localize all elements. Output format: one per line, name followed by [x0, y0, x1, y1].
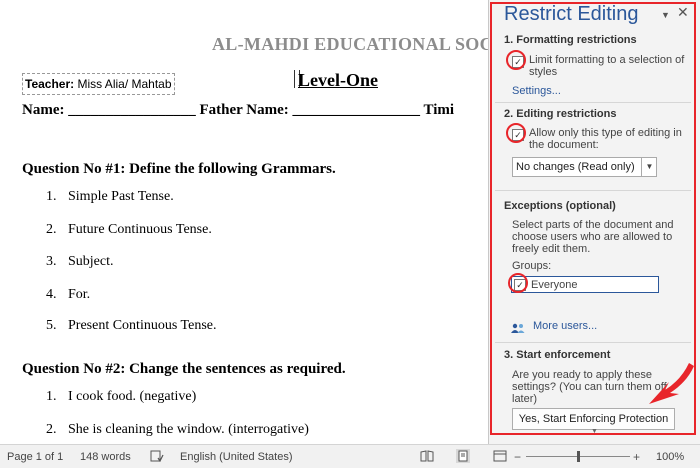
start-enforcing-button[interactable]: Yes, Start Enforcing Protection	[512, 408, 675, 430]
divider	[495, 190, 691, 191]
web-layout-icon[interactable]	[493, 450, 507, 462]
zoom-in-button[interactable]: +	[633, 450, 640, 464]
annotation-circle	[506, 50, 526, 70]
question-1: Question No #1: Define the following Gra…	[22, 161, 336, 177]
name-line: Name: _________________ Father Name: ___…	[22, 102, 455, 118]
list-number: 2.	[46, 222, 57, 237]
teacher-line[interactable]: Teacher: Miss Alia/ Mahtab	[22, 73, 175, 95]
scroll-down-icon[interactable]: ▼	[591, 428, 598, 435]
list-text: Future Continuous Tense.	[68, 222, 212, 237]
list-number: 2.	[46, 422, 57, 437]
editing-restrictions-title: 2. Editing restrictions	[504, 108, 617, 120]
divider	[495, 342, 691, 343]
list-number: 3.	[46, 254, 57, 269]
editing-type-select[interactable]: No changes (Read only)	[512, 157, 657, 177]
list-item: 4. For.	[46, 287, 90, 303]
settings-link[interactable]: Settings...	[512, 85, 561, 97]
everyone-label: Everyone	[531, 279, 578, 291]
list-text: Simple Past Tense.	[68, 189, 174, 204]
list-text: I cook food. (negative)	[68, 389, 197, 404]
pane-options-icon[interactable]: ▼	[661, 10, 670, 20]
formatting-restrictions-title: 1. Formatting restrictions	[504, 34, 637, 46]
question-2: Question No #2: Change the sentences as …	[22, 361, 346, 377]
more-users-link[interactable]: More users...	[533, 320, 597, 332]
editing-type-value: No changes (Read only)	[516, 161, 635, 173]
school-name: AL-MAHDI EDUCATIONAL SOC	[212, 34, 488, 54]
limit-formatting-label: Limit formatting to a selection of style…	[529, 54, 685, 78]
list-text: Subject.	[68, 254, 114, 269]
divider	[495, 102, 691, 103]
list-text: For.	[68, 287, 91, 302]
list-number: 1.	[46, 189, 57, 204]
list-text: Present Continuous Tense.	[68, 318, 217, 333]
teacher-label: Teacher:	[25, 77, 75, 91]
zoom-out-button[interactable]: −	[514, 450, 521, 464]
start-enforcement-title: 3. Start enforcement	[504, 349, 611, 361]
exceptions-title: Exceptions (optional)	[504, 200, 616, 212]
zoom-slider-thumb[interactable]	[577, 451, 580, 462]
allow-only-label: Allow only this type of editing in the d…	[529, 127, 682, 151]
restrict-editing-pane: Restrict Editing ▼ ✕ 1. Formatting restr…	[488, 0, 700, 444]
zoom-level[interactable]: 100%	[656, 451, 684, 463]
list-item: 1. Simple Past Tense.	[46, 189, 174, 205]
list-number: 4.	[46, 287, 57, 302]
list-item: 2. She is cleaning the window. (interroga…	[46, 422, 309, 438]
list-text: She is cleaning the window. (interrogati…	[68, 422, 309, 437]
level-heading: Level-One	[298, 70, 378, 90]
teacher-value: Miss Alia/ Mahtab	[74, 77, 172, 91]
list-number: 5.	[46, 318, 57, 333]
language[interactable]: English (United States)	[180, 451, 293, 463]
list-item: 3. Subject.	[46, 254, 114, 270]
annotation-circle	[506, 123, 526, 143]
users-icon	[511, 320, 525, 333]
groups-label: Groups:	[512, 260, 552, 272]
read-mode-icon[interactable]	[420, 450, 434, 462]
page-count[interactable]: Page 1 of 1	[7, 451, 63, 463]
pane-title: Restrict Editing	[504, 3, 639, 25]
list-item: 5. Present Continuous Tense.	[46, 318, 216, 334]
annotation-circle	[508, 273, 528, 293]
list-item: 2. Future Continuous Tense.	[46, 222, 212, 238]
close-icon[interactable]: ✕	[677, 4, 689, 21]
word-count[interactable]: 148 words	[80, 451, 131, 463]
document-canvas[interactable]: AL-MAHDI EDUCATIONAL SOC Teacher: Miss A…	[0, 0, 488, 444]
status-bar: Page 1 of 1 148 words English (United St…	[0, 444, 700, 468]
list-number: 1.	[46, 389, 57, 404]
list-item: 1. I cook food. (negative)	[46, 389, 196, 405]
proofing-icon[interactable]	[150, 450, 164, 463]
print-layout-icon[interactable]	[456, 449, 470, 463]
annotation-arrow-icon	[639, 360, 697, 408]
exceptions-description: Select parts of the document and choose …	[512, 219, 674, 255]
chevron-down-icon[interactable]: ▼	[641, 157, 657, 177]
